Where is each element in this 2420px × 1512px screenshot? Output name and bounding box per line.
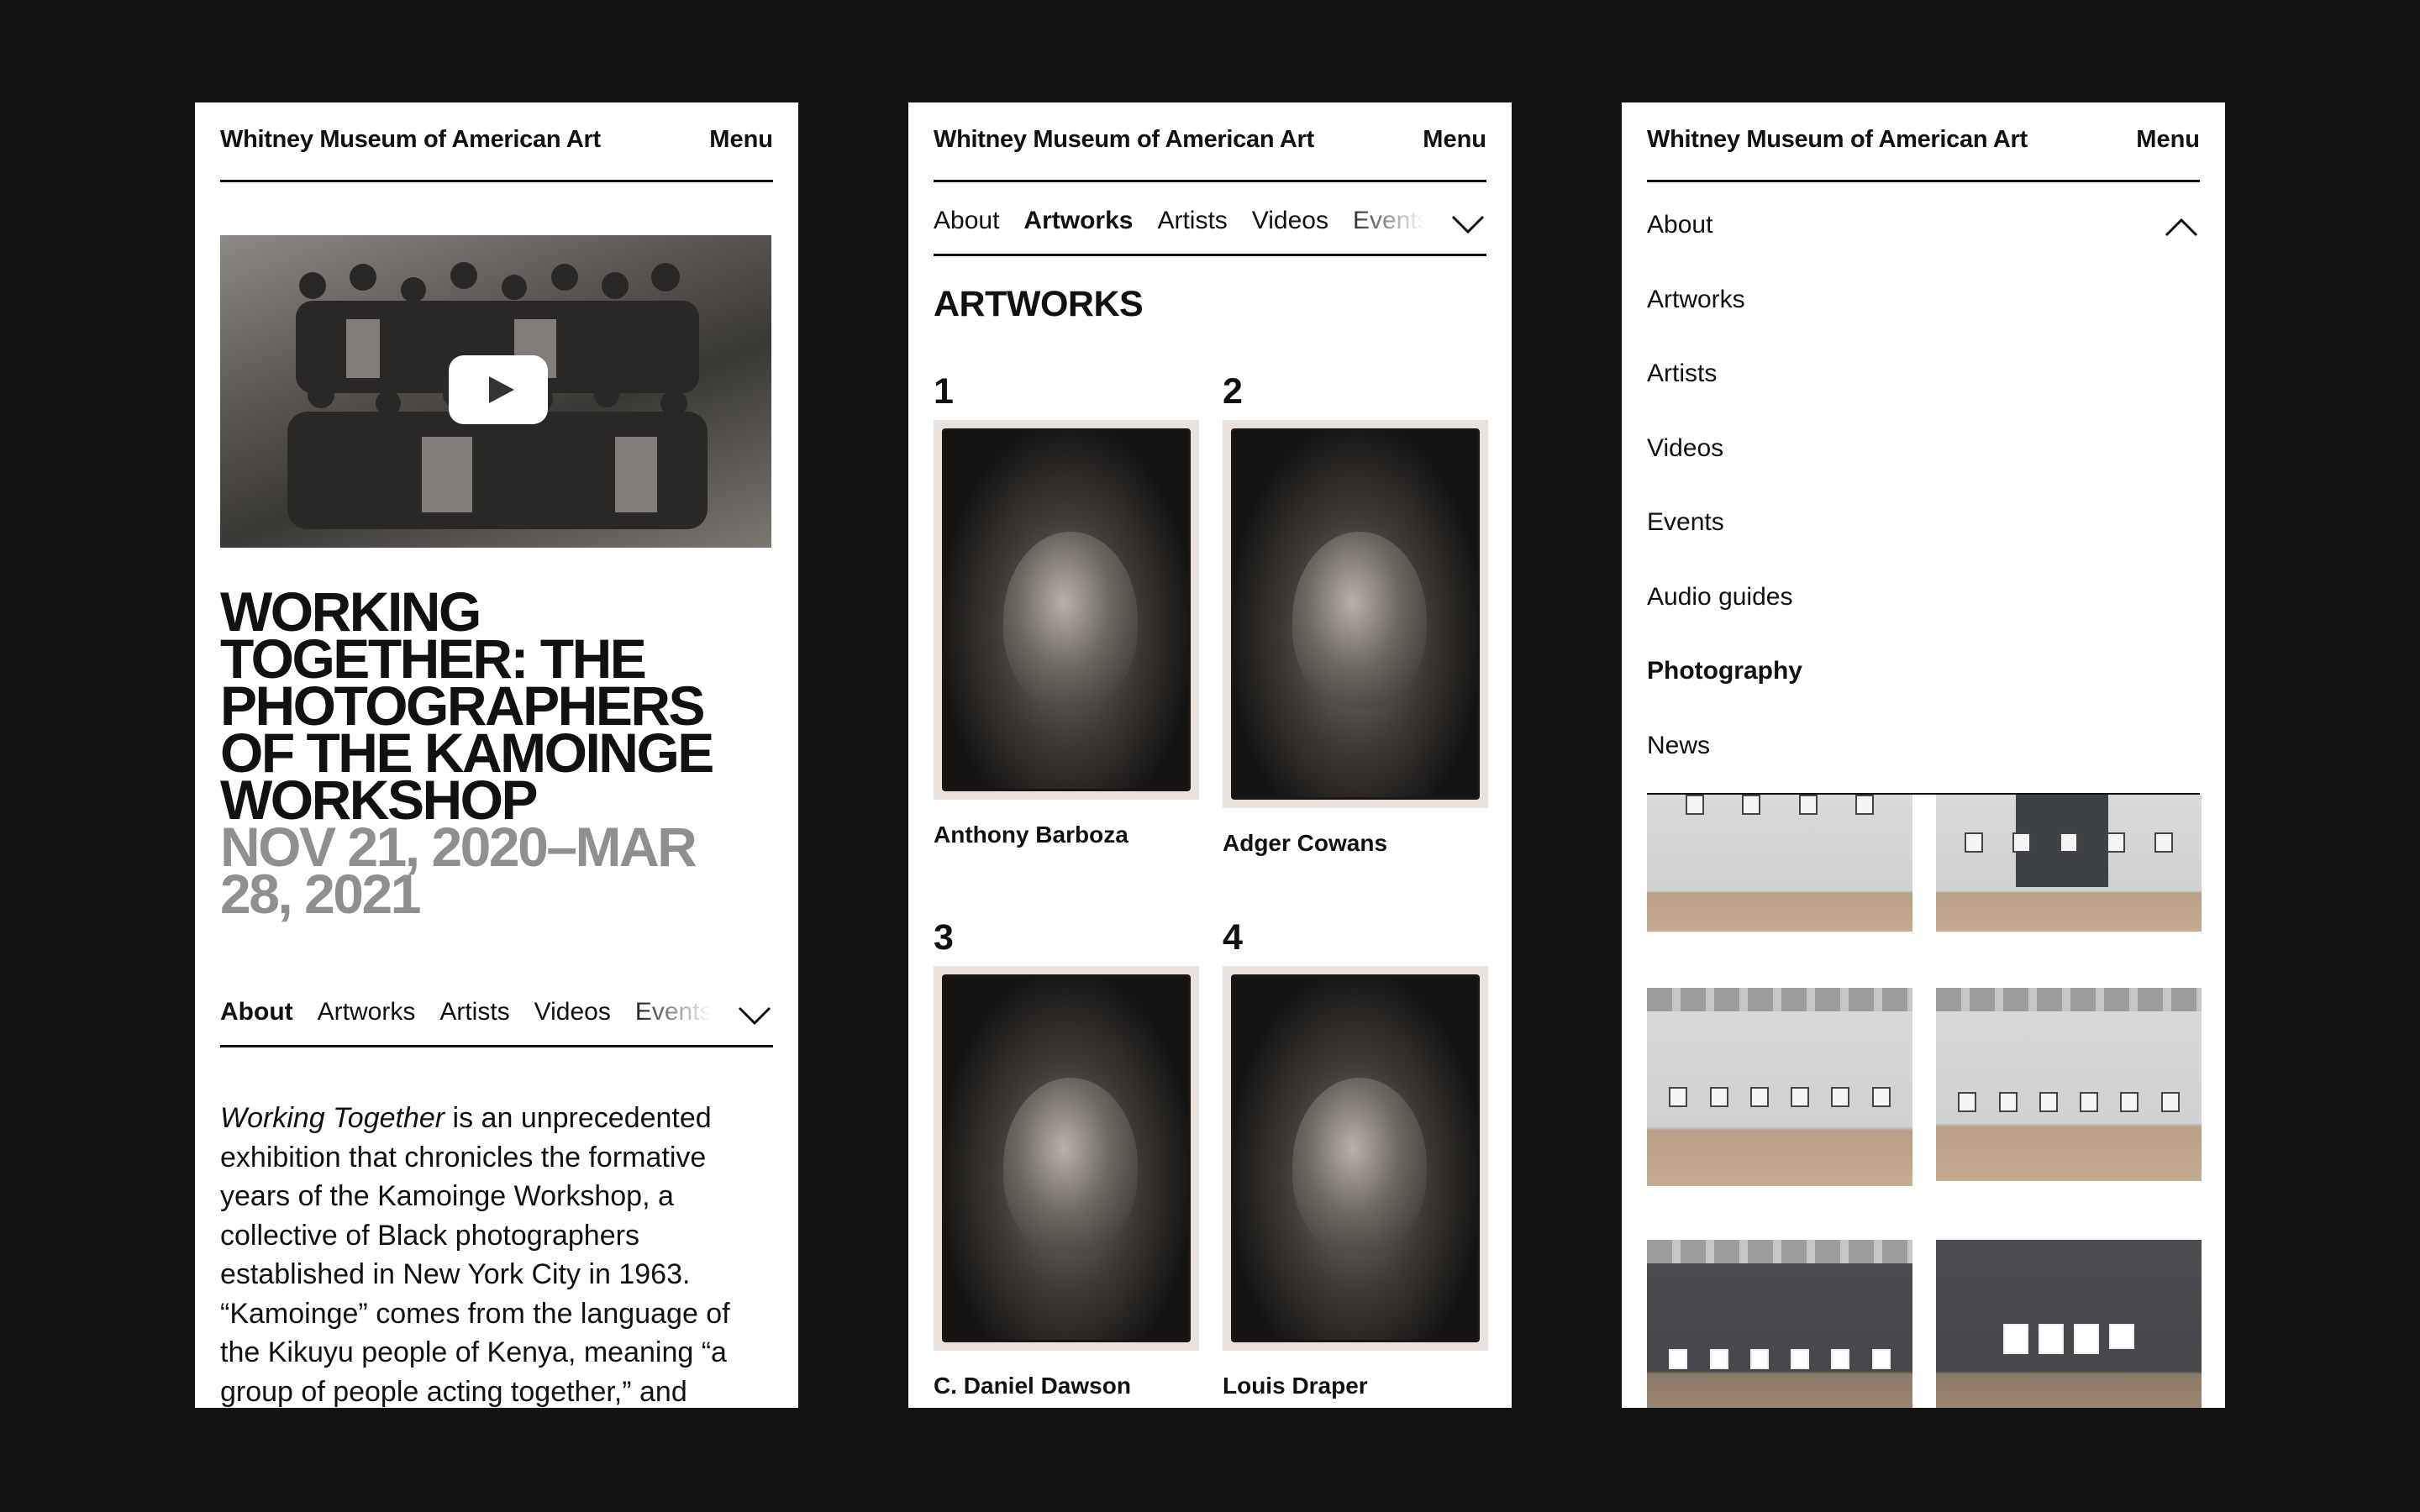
artist-name[interactable]: Anthony Barboza bbox=[934, 822, 1199, 848]
tab-artists[interactable]: Artists bbox=[439, 993, 509, 1026]
nav-item-photography[interactable]: Photography bbox=[1647, 648, 2200, 722]
nav-item-about[interactable]: About bbox=[1647, 202, 2200, 276]
artwork-card[interactable]: 1 Anthony Barboza bbox=[934, 371, 1199, 848]
artwork-number: 4 bbox=[1223, 917, 1243, 958]
chevron-down-icon[interactable] bbox=[1449, 207, 1486, 240]
artwork-number: 3 bbox=[934, 917, 954, 958]
play-icon[interactable] bbox=[449, 355, 548, 424]
tab-videos[interactable]: Videos bbox=[534, 993, 611, 1026]
artist-name[interactable]: C. Daniel Dawson bbox=[934, 1373, 1199, 1399]
section-nav-list: About Artworks Artists Videos Events Aud… bbox=[1647, 202, 2200, 796]
gallery-photo[interactable] bbox=[1936, 1240, 2202, 1408]
artwork-image[interactable] bbox=[934, 966, 1199, 1351]
screen-nav-expanded: Whitney Museum of American Art Menu Abou… bbox=[1622, 102, 2225, 1408]
menu-button[interactable]: Menu bbox=[2136, 126, 2200, 154]
tab-videos[interactable]: Videos bbox=[1252, 202, 1328, 235]
brand-logo[interactable]: Whitney Museum of American Art bbox=[1647, 126, 2028, 154]
nav-item-news[interactable]: News bbox=[1647, 722, 2200, 797]
tab-artists[interactable]: Artists bbox=[1157, 202, 1227, 235]
nav-item-events[interactable]: Events bbox=[1647, 499, 2200, 574]
artwork-image[interactable] bbox=[1223, 966, 1488, 1351]
tab-about[interactable]: About bbox=[220, 993, 293, 1026]
gallery-photo[interactable] bbox=[1647, 1240, 1912, 1408]
section-tabs: About Artworks Artists Videos Events bbox=[220, 993, 773, 1047]
artwork-image[interactable] bbox=[1223, 420, 1488, 808]
video-player[interactable] bbox=[220, 235, 771, 548]
artist-name[interactable]: Adger Cowans bbox=[1223, 830, 1488, 857]
artwork-card[interactable]: 2 Adger Cowans bbox=[1223, 371, 1488, 857]
tab-artworks[interactable]: Artworks bbox=[318, 993, 416, 1026]
site-header: Whitney Museum of American Art Menu bbox=[934, 126, 1486, 182]
section-tabs: About Artworks Artists Videos Events bbox=[934, 202, 1486, 256]
screen-artworks: Whitney Museum of American Art Menu Abou… bbox=[908, 102, 1512, 1408]
nav-item-videos[interactable]: Videos bbox=[1647, 425, 2200, 500]
screen-exhibition-about: Whitney Museum of American Art Menu Work… bbox=[195, 102, 798, 1408]
site-header: Whitney Museum of American Art Menu bbox=[1647, 126, 2200, 182]
tab-events[interactable]: Events bbox=[635, 993, 713, 1026]
section-heading: ARTWORKS bbox=[934, 284, 1144, 324]
artwork-card[interactable]: 4 Louis Draper bbox=[1223, 917, 1488, 1399]
tab-events[interactable]: Events bbox=[1353, 202, 1430, 235]
site-header: Whitney Museum of American Art Menu bbox=[220, 126, 773, 182]
gallery-photo[interactable] bbox=[1647, 988, 1912, 1186]
nav-item-artists[interactable]: Artists bbox=[1647, 350, 2200, 425]
tab-about[interactable]: About bbox=[934, 202, 999, 235]
description-italic: Working Together bbox=[220, 1102, 445, 1134]
menu-button[interactable]: Menu bbox=[709, 126, 773, 154]
gallery-photo[interactable] bbox=[1647, 795, 1912, 932]
exhibition-description: Working Together is an unprecedented exh… bbox=[220, 1099, 766, 1408]
exhibition-dates: Nov 21, 2020–Mar 28, 2021 bbox=[220, 816, 697, 925]
artwork-card[interactable]: 3 C. Daniel Dawson bbox=[934, 917, 1199, 1399]
tab-artworks[interactable]: Artworks bbox=[1023, 202, 1133, 235]
artwork-number: 2 bbox=[1223, 371, 1243, 412]
nav-item-artworks[interactable]: Artworks bbox=[1647, 276, 2200, 351]
artist-name[interactable]: Louis Draper bbox=[1223, 1373, 1488, 1399]
gallery-photo[interactable] bbox=[1936, 795, 2202, 932]
chevron-down-icon[interactable] bbox=[736, 998, 773, 1032]
artwork-image[interactable] bbox=[934, 420, 1199, 800]
nav-item-label: About bbox=[1647, 211, 1713, 239]
brand-logo[interactable]: Whitney Museum of American Art bbox=[220, 126, 601, 154]
gallery-photo[interactable] bbox=[1936, 988, 2202, 1181]
exhibition-title: Working Together: The Photographers of t… bbox=[220, 580, 714, 831]
menu-button[interactable]: Menu bbox=[1423, 126, 1486, 154]
brand-logo[interactable]: Whitney Museum of American Art bbox=[934, 126, 1314, 154]
artwork-number: 1 bbox=[934, 371, 954, 412]
description-text: is an unprecedented exhibition that chro… bbox=[220, 1102, 730, 1408]
nav-item-audio-guides[interactable]: Audio guides bbox=[1647, 574, 2200, 648]
chevron-up-icon[interactable] bbox=[2163, 212, 2200, 242]
